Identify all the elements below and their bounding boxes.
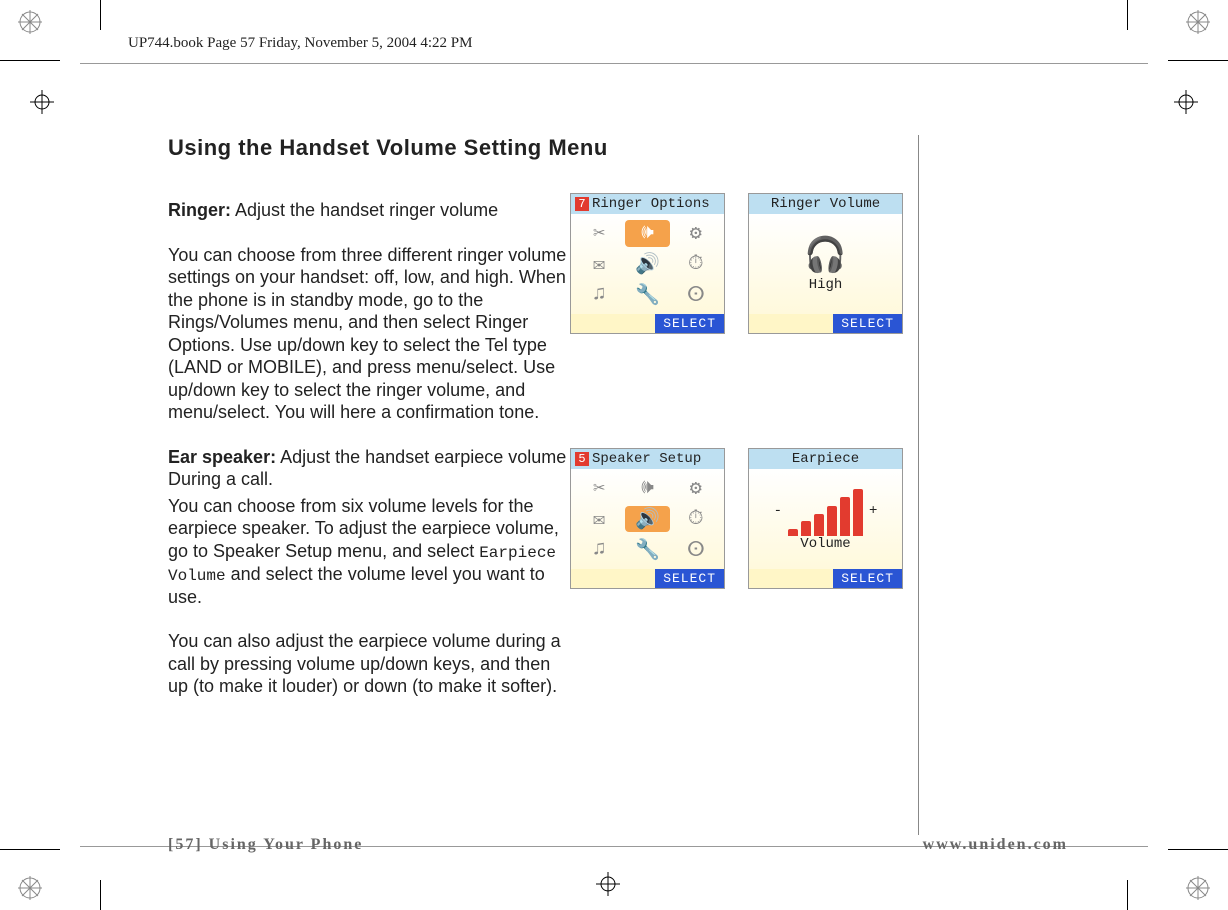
- crop-line: [100, 0, 101, 30]
- headphones-icon: 🎧: [804, 235, 846, 277]
- ear-body-1: You can choose from six volume levels fo…: [168, 495, 568, 609]
- wrench-icon: 🔧: [625, 281, 669, 308]
- phonebook-icon: ✂: [577, 220, 621, 247]
- speaker-icon: 🔊: [625, 251, 669, 278]
- screen-earpiece: Earpiece - + Volume SELECT: [748, 448, 903, 589]
- screen-footer: SELECT: [571, 569, 724, 588]
- screen-titlebar: Ringer Volume: [749, 194, 902, 214]
- ringer-icon: 🕪: [625, 475, 669, 502]
- select-softkey: SELECT: [833, 569, 902, 588]
- note-icon: ♫: [577, 281, 621, 308]
- screen-speaker-setup: 5 Speaker Setup ✂ 🕪 ⚙ ✉ 🔊 ⏱ ♫ 🔧 ⵙ SELECT: [570, 448, 725, 589]
- select-softkey: SELECT: [655, 314, 724, 333]
- screen-ringer-volume: Ringer Volume 🎧 High SELECT: [748, 193, 903, 334]
- registration-mark-icon: [18, 10, 42, 34]
- screen-footer: SELECT: [571, 314, 724, 333]
- separator-line: [80, 63, 1148, 64]
- tools-icon: ⚙: [674, 475, 718, 502]
- crop-line: [1127, 880, 1128, 910]
- body-column: Ringer: Adjust the handset ringer volume…: [168, 199, 568, 720]
- screen-title: Ringer Options: [592, 196, 710, 212]
- tools-icon: ⚙: [674, 220, 718, 247]
- ear-body-2: You can also adjust the earpiece volume …: [168, 630, 568, 698]
- minus-label: -: [774, 503, 782, 519]
- figure-column: 7 Ringer Options ✂ 🕪 ⚙ ✉ 🔊 ⏱ ♫ 🔧 ⵙ SELEC…: [570, 193, 940, 613]
- ringer-lead: Ringer: Adjust the handset ringer volume: [168, 199, 568, 222]
- menu-number-badge: 7: [575, 197, 589, 211]
- select-softkey: SELECT: [833, 314, 902, 333]
- crosshair-icon: [1174, 90, 1198, 114]
- ringer-label: Ringer:: [168, 200, 231, 220]
- screen-title: Earpiece: [792, 451, 859, 467]
- crop-line: [100, 880, 101, 910]
- screen-title: Speaker Setup: [592, 451, 701, 467]
- registration-mark-icon: [1186, 10, 1210, 34]
- page-title: Using the Handset Volume Setting Menu: [168, 135, 1068, 161]
- crosshair-icon: [30, 90, 54, 114]
- menu-icon-grid: ✂ 🕪 ⚙ ✉ 🔊 ⏱ ♫ 🔧 ⵙ: [571, 214, 724, 314]
- footer-left: [57] Using Your Phone: [168, 836, 363, 854]
- crop-line: [1168, 849, 1228, 850]
- wrench-icon: 🔧: [625, 536, 669, 563]
- crop-line: [1168, 60, 1228, 61]
- screen-footer: SELECT: [749, 314, 902, 333]
- footer-right: www.uniden.com: [923, 836, 1068, 854]
- ringer-volume-value: High: [809, 277, 843, 293]
- bluetooth-icon: ⵙ: [674, 281, 718, 308]
- ear-label: Ear speaker:: [168, 447, 276, 467]
- page-content: Using the Handset Volume Setting Menu Ri…: [168, 135, 1068, 845]
- ringer-lead-text: Adjust the handset ringer volume: [235, 200, 498, 220]
- screen-titlebar: 5 Speaker Setup: [571, 449, 724, 469]
- framemaker-header: UP744.book Page 57 Friday, November 5, 2…: [128, 35, 472, 52]
- crosshair-icon: [596, 872, 620, 896]
- speaker-icon: 🔊: [625, 506, 669, 533]
- plus-label: +: [869, 503, 877, 519]
- message-icon: ✉: [577, 251, 621, 278]
- column-divider: [918, 135, 919, 835]
- phonebook-icon: ✂: [577, 475, 621, 502]
- screen-ringer-options: 7 Ringer Options ✂ 🕪 ⚙ ✉ 🔊 ⏱ ♫ 🔧 ⵙ SELEC…: [570, 193, 725, 334]
- clock-icon: ⏱: [674, 506, 718, 533]
- message-icon: ✉: [577, 506, 621, 533]
- menu-icon-grid: ✂ 🕪 ⚙ ✉ 🔊 ⏱ ♫ 🔧 ⵙ: [571, 469, 724, 569]
- bluetooth-icon: ⵙ: [674, 536, 718, 563]
- ringer-icon: 🕪: [625, 220, 669, 247]
- screen-body: - + Volume: [749, 469, 902, 569]
- crop-line: [1127, 0, 1128, 30]
- screen-titlebar: Earpiece: [749, 449, 902, 469]
- select-softkey: SELECT: [655, 569, 724, 588]
- menu-number-badge: 5: [575, 452, 589, 466]
- registration-mark-icon: [18, 876, 42, 900]
- screen-body: ✂ 🕪 ⚙ ✉ 🔊 ⏱ ♫ 🔧 ⵙ: [571, 469, 724, 569]
- screen-body: ✂ 🕪 ⚙ ✉ 🔊 ⏱ ♫ 🔧 ⵙ: [571, 214, 724, 314]
- screen-body: 🎧 High: [749, 214, 902, 314]
- screen-title: Ringer Volume: [771, 196, 880, 212]
- volume-bars-icon: [788, 486, 863, 536]
- ear-lead: Ear speaker: Adjust the handset earpiece…: [168, 446, 568, 491]
- volume-label: Volume: [800, 536, 850, 552]
- crop-line: [0, 849, 60, 850]
- screen-footer: SELECT: [749, 569, 902, 588]
- crop-line: [0, 60, 60, 61]
- note-icon: ♫: [577, 536, 621, 563]
- screen-titlebar: 7 Ringer Options: [571, 194, 724, 214]
- clock-icon: ⏱: [674, 251, 718, 278]
- page-footer: [57] Using Your Phone www.uniden.com: [168, 836, 1068, 854]
- ringer-body: You can choose from three different ring…: [168, 244, 568, 424]
- volume-row: - +: [774, 486, 878, 536]
- registration-mark-icon: [1186, 876, 1210, 900]
